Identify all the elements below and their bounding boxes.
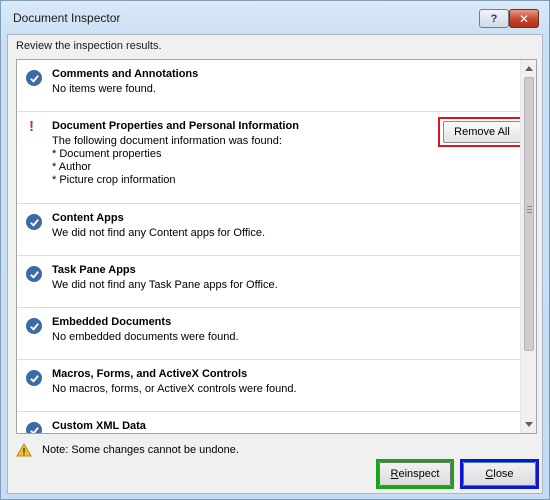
remove-all-button[interactable]: Remove All [443, 121, 521, 143]
document-inspector-dialog: Document Inspector ? ✕ Review the inspec… [0, 0, 550, 500]
result-item-macros: Macros, Forms, and ActiveX Controls No m… [17, 360, 520, 412]
checkmark-icon [26, 214, 42, 230]
instruction-text: Review the inspection results. [16, 40, 162, 52]
result-line: No items were found. [52, 83, 156, 95]
close-mnemonic: C [485, 468, 494, 480]
result-line: We did not find any Content apps for Off… [52, 227, 265, 239]
close-label-rest: lose [493, 468, 514, 480]
result-item-document-properties: ! Document Properties and Personal Infor… [17, 112, 527, 204]
result-title: Comments and Annotations [52, 68, 199, 80]
result-item-content-apps: Content Apps We did not find any Content… [17, 204, 520, 256]
results-panel: Comments and Annotations No items were f… [16, 59, 537, 434]
result-line: No macros, forms, or ActiveX controls we… [52, 383, 297, 395]
help-button[interactable]: ? [479, 9, 509, 28]
scroll-down-arrow-icon[interactable] [525, 422, 533, 427]
exclamation-icon: ! [29, 118, 34, 135]
scrollbar-thumb[interactable] [524, 77, 534, 351]
checkmark-icon [26, 370, 42, 386]
reinspect-mnemonic: R [390, 468, 399, 480]
result-title: Custom XML Data [52, 420, 146, 432]
reinspect-label-rest: einspect [398, 468, 440, 480]
title-bar: Document Inspector ? ✕ [1, 1, 549, 35]
result-line: * Document properties [52, 148, 162, 160]
result-item-custom-xml: Custom XML Data [17, 412, 520, 433]
result-title: Embedded Documents [52, 316, 172, 328]
checkmark-icon [26, 70, 42, 86]
vertical-scrollbar[interactable] [520, 60, 536, 433]
warning-triangle-icon [16, 443, 32, 457]
close-button[interactable]: Close [463, 462, 536, 486]
checkmark-icon [26, 422, 42, 433]
note-text: Note: Some changes cannot be undone. [42, 444, 239, 456]
window-title: Document Inspector [13, 11, 121, 25]
warning-note: Note: Some changes cannot be undone. [16, 443, 239, 457]
result-line: * Picture crop information [52, 174, 176, 186]
result-title: Task Pane Apps [52, 264, 136, 276]
close-window-button[interactable]: ✕ [509, 9, 539, 28]
result-item-comments: Comments and Annotations No items were f… [17, 60, 520, 112]
results-list: Comments and Annotations No items were f… [17, 60, 527, 433]
result-line: No embedded documents were found. [52, 331, 239, 343]
result-item-task-pane-apps: Task Pane Apps We did not find any Task … [17, 256, 520, 308]
checkmark-icon [26, 318, 42, 334]
checkmark-icon [26, 266, 42, 282]
result-line: We did not find any Task Pane apps for O… [52, 279, 278, 291]
result-line: * Author [52, 161, 92, 173]
result-title: Content Apps [52, 212, 124, 224]
result-item-embedded-documents: Embedded Documents No embedded documents… [17, 308, 520, 360]
reinspect-button[interactable]: Reinspect [379, 462, 451, 486]
dialog-body: Review the inspection results. Comments … [7, 34, 543, 494]
scroll-up-arrow-icon[interactable] [525, 66, 533, 71]
result-title: Macros, Forms, and ActiveX Controls [52, 368, 248, 380]
